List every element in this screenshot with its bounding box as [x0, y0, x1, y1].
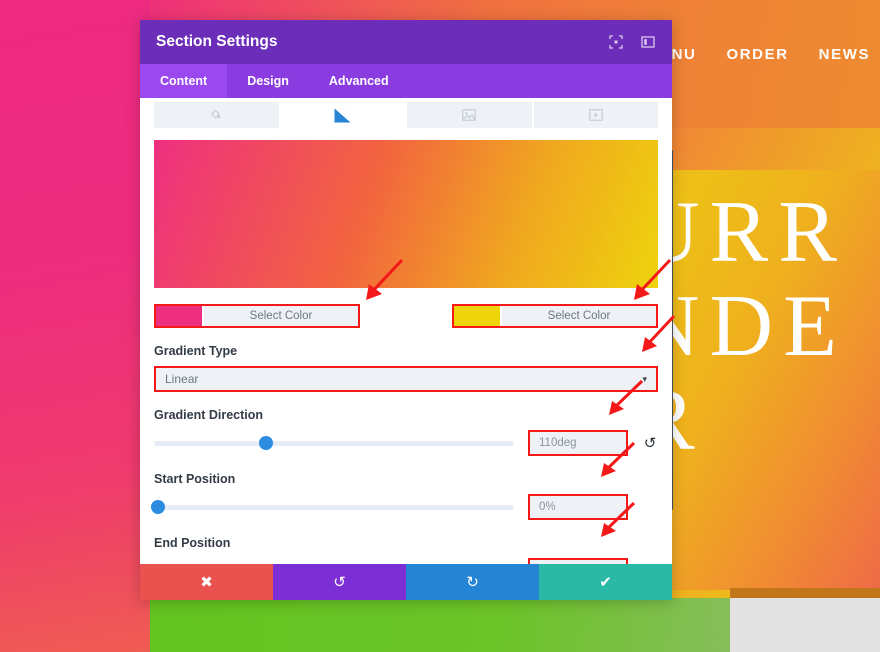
end-color-picker[interactable]: Select Color: [452, 304, 658, 328]
end-color-swatch[interactable]: [454, 306, 500, 326]
color-fill-icon: [210, 109, 223, 122]
gradient-direction-label: Gradient Direction: [154, 408, 264, 422]
gradient-direction-slider[interactable]: [154, 436, 514, 450]
modal-title: Section Settings: [156, 33, 278, 50]
save-button[interactable]: ✔: [539, 564, 672, 600]
background-color-tab[interactable]: [154, 102, 281, 128]
tab-content[interactable]: Content: [140, 64, 228, 98]
gradient-type-select[interactable]: Linear ▾: [154, 366, 658, 392]
tab-advanced[interactable]: Advanced: [309, 64, 409, 98]
modal-body: Select Color Select Color Gradient Type …: [140, 98, 672, 564]
gradient-direction-field: Gradient Direction 110deg ↺: [154, 408, 658, 456]
start-position-field: Start Position 0%: [150, 472, 658, 520]
gradient-direction-input[interactable]: 110deg: [528, 430, 628, 456]
page-left-gradient: [0, 0, 152, 652]
background-image-tab[interactable]: [407, 102, 534, 128]
reset-icon[interactable]: ↺: [642, 434, 658, 452]
chevron-down-icon: ▾: [642, 373, 647, 384]
gradient-direction-row: 110deg ↺: [154, 430, 658, 456]
image-icon: [462, 109, 477, 121]
start-color-picker[interactable]: Select Color: [154, 304, 360, 328]
focus-icon[interactable]: [608, 34, 624, 50]
end-color-label: Select Color: [500, 306, 656, 326]
start-color-label: Select Color: [202, 306, 358, 326]
page-green-bar: [150, 598, 730, 652]
end-position-row: 100%: [154, 558, 658, 564]
redo-button[interactable]: ↻: [406, 564, 539, 600]
start-position-thumb[interactable]: [150, 500, 165, 514]
gradient-type-value: Linear: [165, 372, 199, 386]
gradient-icon: [334, 107, 351, 123]
video-icon: [588, 109, 603, 121]
end-position-input[interactable]: 100%: [528, 558, 628, 564]
layout-panel-icon[interactable]: [640, 34, 656, 50]
start-position-input[interactable]: 0%: [528, 494, 628, 520]
start-position-label: Start Position: [154, 472, 236, 486]
gradient-type-label: Gradient Type: [154, 344, 238, 358]
gradient-type-field: Gradient Type Linear ▾: [154, 344, 658, 392]
modal-header: Section Settings: [140, 20, 672, 64]
start-color-swatch[interactable]: [156, 306, 202, 326]
undo-button[interactable]: ↺: [273, 564, 406, 600]
discard-button[interactable]: ✖: [140, 564, 273, 600]
end-position-field: End Position 100%: [154, 536, 658, 564]
background-gradient-tab[interactable]: [280, 102, 407, 128]
gradient-preview: [154, 140, 658, 288]
modal-header-icons: [608, 34, 656, 50]
page-gray-bar: [730, 598, 880, 652]
modal-footer: ✖ ↺ ↻ ✔: [140, 564, 672, 600]
nav-item-order[interactable]: ORDER: [726, 46, 788, 63]
nav-item-news[interactable]: NEWS: [819, 46, 870, 63]
background-type-tabs: [154, 102, 658, 128]
start-position-row: 0%: [150, 494, 658, 520]
section-settings-modal: Section Settings Content Design Advanced: [140, 20, 672, 600]
end-position-label: End Position: [154, 536, 231, 550]
page-navigation: ENU ORDER NEWS SALE: [660, 46, 880, 63]
start-position-slider[interactable]: [150, 500, 514, 514]
background-video-tab[interactable]: [533, 102, 658, 128]
modal-tabs: Content Design Advanced: [140, 64, 672, 98]
color-stop-row: Select Color Select Color: [154, 304, 658, 328]
tab-design[interactable]: Design: [227, 64, 309, 98]
gradient-direction-thumb[interactable]: [258, 436, 273, 450]
